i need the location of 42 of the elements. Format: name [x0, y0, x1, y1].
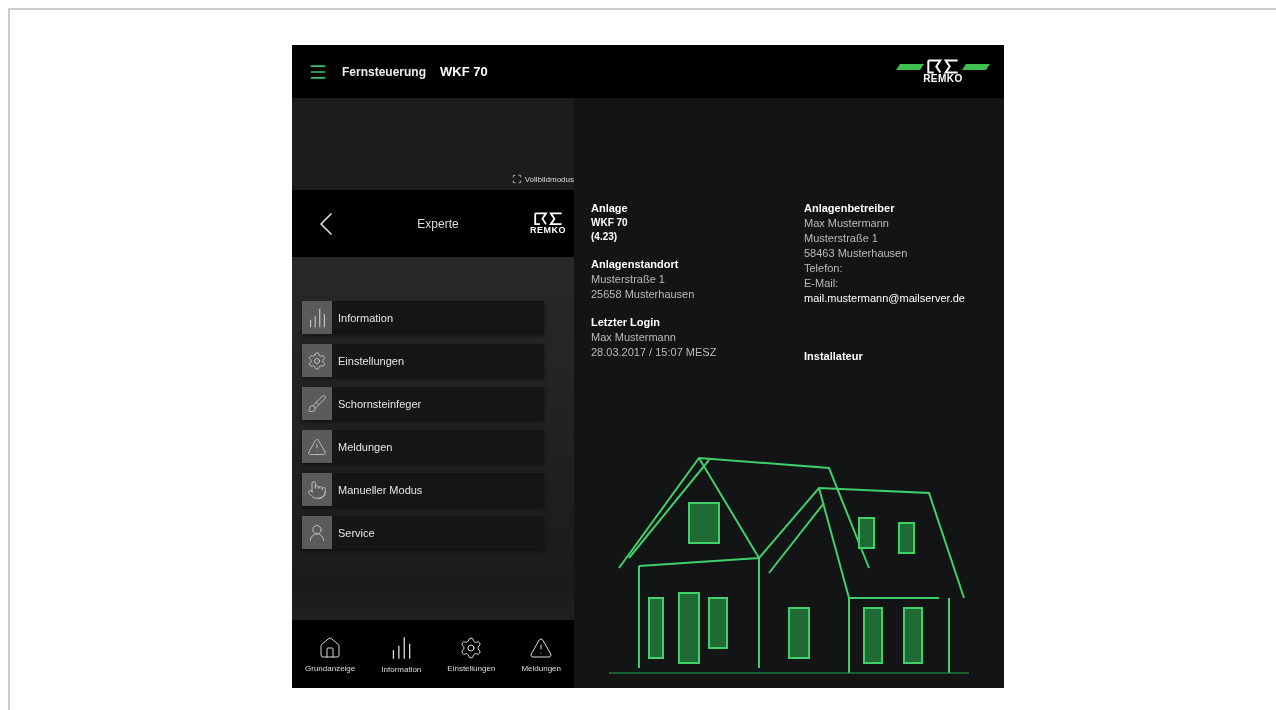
logo: REMKO — [530, 212, 566, 235]
info-heading: Anlagenstandort — [591, 258, 680, 270]
fullscreen-link[interactable]: Vollbildmodus — [511, 174, 574, 184]
app-title: Fernsteuerung — [342, 64, 426, 79]
info-text: WKF 70 — [591, 217, 629, 228]
hand-icon — [307, 479, 327, 500]
nav-tab[interactable]: Information — [381, 634, 422, 674]
warning-icon — [307, 436, 327, 457]
menu-item[interactable]: Schornsteinfeger — [302, 387, 544, 420]
info-text: Musterstraße 1 — [804, 232, 879, 244]
info-heading: Installateur — [804, 350, 864, 362]
email-address: mail.mustermann@mailserver.de — [804, 292, 966, 304]
info-text: 25658 Musterhausen — [591, 288, 696, 300]
brush-icon — [307, 393, 327, 414]
menu-item[interactable]: Einstellungen — [302, 344, 544, 377]
device-name: WKF 70 — [440, 64, 488, 79]
info-text: E-Mail: — [804, 277, 840, 289]
nav-tab[interactable]: Grundanzeige — [305, 635, 356, 673]
info-text: 58463 Musterhausen — [804, 247, 909, 259]
nav-tab[interactable]: Einstellungen — [447, 635, 496, 673]
info-text: Max Mustermann — [804, 217, 890, 229]
menu-item[interactable]: Service — [302, 516, 544, 549]
info-heading: Anlagenbetreiber — [804, 202, 896, 214]
info-heading: Letzter Login — [591, 316, 662, 328]
info-heading: Anlage — [591, 202, 629, 214]
info-text: Musterstraße 1 — [591, 273, 666, 285]
menu-item[interactable]: Meldungen — [302, 430, 544, 463]
info-text: Telefon: — [804, 262, 844, 274]
menu-item[interactable]: Information — [302, 301, 544, 334]
info-text: (4.23) — [591, 231, 619, 242]
settings-icon — [307, 350, 327, 371]
logo: REMKO — [896, 59, 990, 84]
info-text: Max Mustermann — [591, 331, 677, 343]
warning-icon — [529, 635, 554, 660]
fullscreen-icon — [511, 174, 522, 184]
menu-item[interactable]: Manueller Modus — [302, 473, 544, 506]
home-icon — [318, 635, 343, 660]
person-icon — [307, 522, 327, 543]
sidebar-title: Experte — [416, 216, 460, 231]
info-text: 28.03.2017 / 15:07 MESZ — [591, 346, 718, 358]
settings-icon — [459, 635, 484, 660]
nav-tab[interactable]: Meldungen — [521, 635, 561, 673]
